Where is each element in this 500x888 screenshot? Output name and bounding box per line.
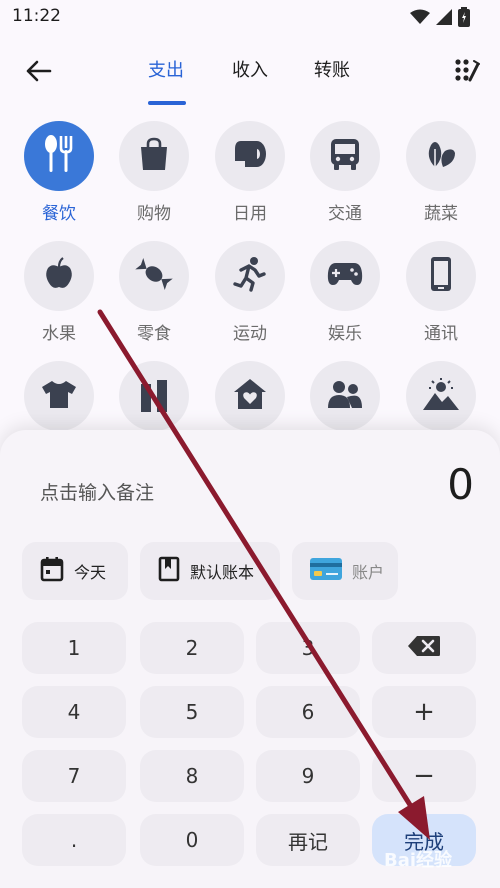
tab-income[interactable]: 收入 (232, 56, 268, 82)
status-time: 11:22 (12, 6, 61, 26)
bottle-icon (139, 376, 169, 416)
category-circle (215, 121, 285, 191)
category-label: 通讯 (424, 324, 458, 344)
category-label: 餐饮 (42, 204, 76, 224)
category-circle (119, 241, 189, 311)
backspace-icon (407, 635, 441, 662)
key-3[interactable]: 3 (256, 622, 360, 674)
category-sports[interactable]: 运动 (202, 241, 298, 351)
grid-edit-icon (454, 58, 480, 88)
back-arrow-icon (26, 60, 52, 86)
category-circle (24, 121, 94, 191)
key-6[interactable]: 6 (256, 686, 360, 738)
date-label: 今天 (74, 563, 107, 582)
key-8[interactable]: 8 (140, 750, 244, 802)
gamepad-icon (327, 261, 363, 291)
toilet-paper-icon (233, 139, 267, 173)
status-icons (410, 7, 470, 31)
category-circle (406, 361, 476, 431)
category-entertainment[interactable]: 娱乐 (297, 241, 393, 351)
amount-display: 0 (447, 460, 474, 509)
utensils-icon (41, 134, 77, 178)
vegetable-icon (425, 137, 457, 175)
category-label: 运动 (233, 324, 267, 344)
plus-key[interactable]: + (372, 686, 476, 738)
category-label: 零食 (137, 324, 171, 344)
key-5[interactable]: 5 (140, 686, 244, 738)
tab-expense[interactable]: 支出 (148, 56, 184, 82)
category-circle (119, 121, 189, 191)
account-label: 账户 (352, 563, 385, 582)
battery-icon (458, 7, 470, 31)
category-label: 水果 (42, 324, 76, 344)
shopping-bag-icon (138, 137, 170, 175)
watermark: Bai经验 (384, 850, 453, 871)
status-bar: 11:22 (0, 0, 500, 36)
credit-card-icon (310, 558, 342, 584)
apple-icon (44, 257, 74, 295)
key-0[interactable]: 0 (140, 814, 244, 866)
key-1[interactable]: 1 (22, 622, 126, 674)
book-chip[interactable]: 默认账本 (140, 542, 280, 600)
category-label: 蔬菜 (424, 204, 458, 224)
book-label: 默认账本 (190, 563, 255, 582)
key-7[interactable]: 7 (22, 750, 126, 802)
dot-key[interactable]: . (22, 814, 126, 866)
landscape-icon (422, 377, 460, 415)
category-circle (310, 241, 380, 311)
calendar-icon (40, 556, 64, 586)
category-label: 日用 (233, 204, 267, 224)
bus-icon (329, 137, 361, 175)
people-icon (327, 379, 363, 413)
category-circle (406, 241, 476, 311)
category-circle (215, 241, 285, 311)
back-button[interactable] (22, 56, 56, 90)
category-circle (119, 361, 189, 431)
account-chip[interactable]: 账户 (292, 542, 398, 600)
category-transport[interactable]: 交通 (297, 121, 393, 231)
category-circle (310, 361, 380, 431)
category-dining[interactable]: 餐饮 (11, 121, 107, 231)
category-snacks[interactable]: 零食 (106, 241, 202, 351)
key-9[interactable]: 9 (256, 750, 360, 802)
key-2[interactable]: 2 (140, 622, 244, 674)
category-daily[interactable]: 日用 (202, 121, 298, 231)
category-fruit[interactable]: 水果 (11, 241, 107, 351)
category-label: 交通 (328, 204, 362, 224)
tab-transfer[interactable]: 转账 (314, 56, 350, 82)
category-circle (215, 361, 285, 431)
category-shopping[interactable]: 购物 (106, 121, 202, 231)
backspace-button[interactable] (372, 622, 476, 674)
category-circle (406, 121, 476, 191)
record-again-button[interactable]: 再记 (256, 814, 360, 866)
date-chip[interactable]: 今天 (22, 542, 128, 600)
category-label: 购物 (137, 204, 171, 224)
entry-sheet: 点击输入备注 0 今天 默认账本 账户 1 2 3 4 5 6 + 7 8 9 … (0, 430, 500, 888)
edit-categories-button[interactable] (452, 58, 482, 88)
house-heart-icon (232, 377, 268, 415)
phone-icon (430, 256, 452, 296)
category-circle (310, 121, 380, 191)
note-input[interactable]: 点击输入备注 (40, 478, 154, 505)
signal-icon (436, 9, 452, 29)
category-vegetables[interactable]: 蔬菜 (393, 121, 489, 231)
category-circle (24, 361, 94, 431)
minus-key[interactable]: − (372, 750, 476, 802)
category-telecom[interactable]: 通讯 (393, 241, 489, 351)
active-tab-indicator (148, 101, 186, 105)
category-label: 娱乐 (328, 324, 362, 344)
key-4[interactable]: 4 (22, 686, 126, 738)
book-icon (158, 556, 180, 586)
running-icon (233, 256, 267, 296)
tshirt-icon (41, 379, 77, 413)
wifi-icon (410, 9, 430, 29)
candy-icon (134, 256, 174, 296)
category-circle (24, 241, 94, 311)
